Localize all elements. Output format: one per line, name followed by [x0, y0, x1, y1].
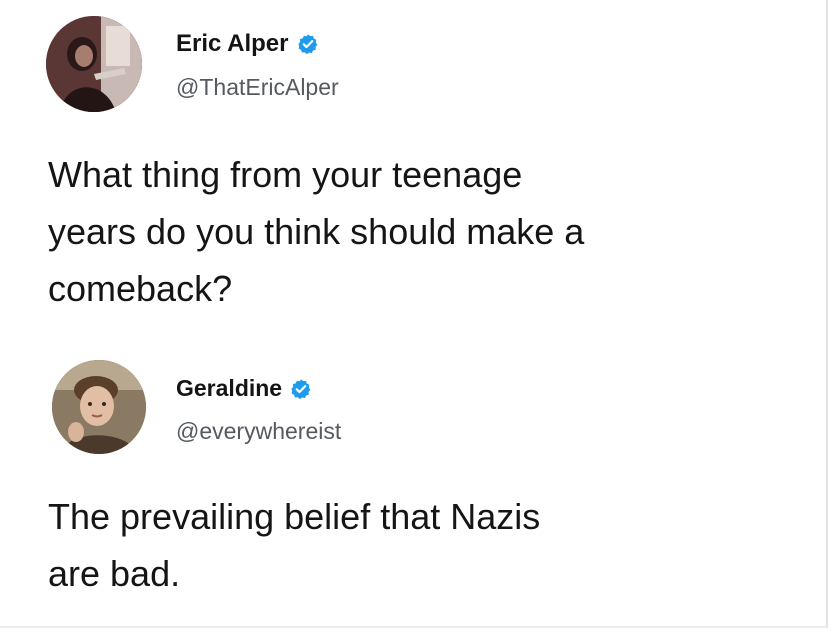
tweet-text: What thing from your teenage years do yo… — [48, 146, 788, 317]
tweet-text-line: years do you think should make a — [48, 211, 585, 252]
tweet-text-line: The prevailing belief that Nazis — [48, 496, 541, 537]
tweet-geraldine: Geraldine @everywhereist The prevailing … — [0, 330, 828, 628]
tweet-text-line: What thing from your teenage — [48, 154, 523, 195]
tweet-text-line: are bad. — [48, 553, 181, 594]
verified-badge-icon — [297, 33, 319, 55]
author-handle[interactable]: @ThatEricAlper — [176, 74, 339, 101]
author-handle[interactable]: @everywhereist — [176, 418, 341, 445]
author-name-row: Geraldine — [176, 375, 312, 402]
author-name[interactable]: Geraldine — [176, 375, 282, 402]
author-name[interactable]: Eric Alper — [176, 30, 289, 58]
avatar-image — [52, 360, 146, 454]
verified-badge-icon — [290, 378, 312, 400]
tweet-eric-alper: Eric Alper @ThatEricAlper What thing fro… — [0, 0, 828, 330]
avatar-image — [46, 16, 142, 112]
tweet-text-line: comeback? — [48, 268, 233, 309]
tweet-text: The prevailing belief that Nazis are bad… — [48, 488, 788, 602]
avatar[interactable] — [46, 16, 142, 112]
author-name-row: Eric Alper — [176, 30, 319, 58]
avatar[interactable] — [52, 360, 146, 454]
